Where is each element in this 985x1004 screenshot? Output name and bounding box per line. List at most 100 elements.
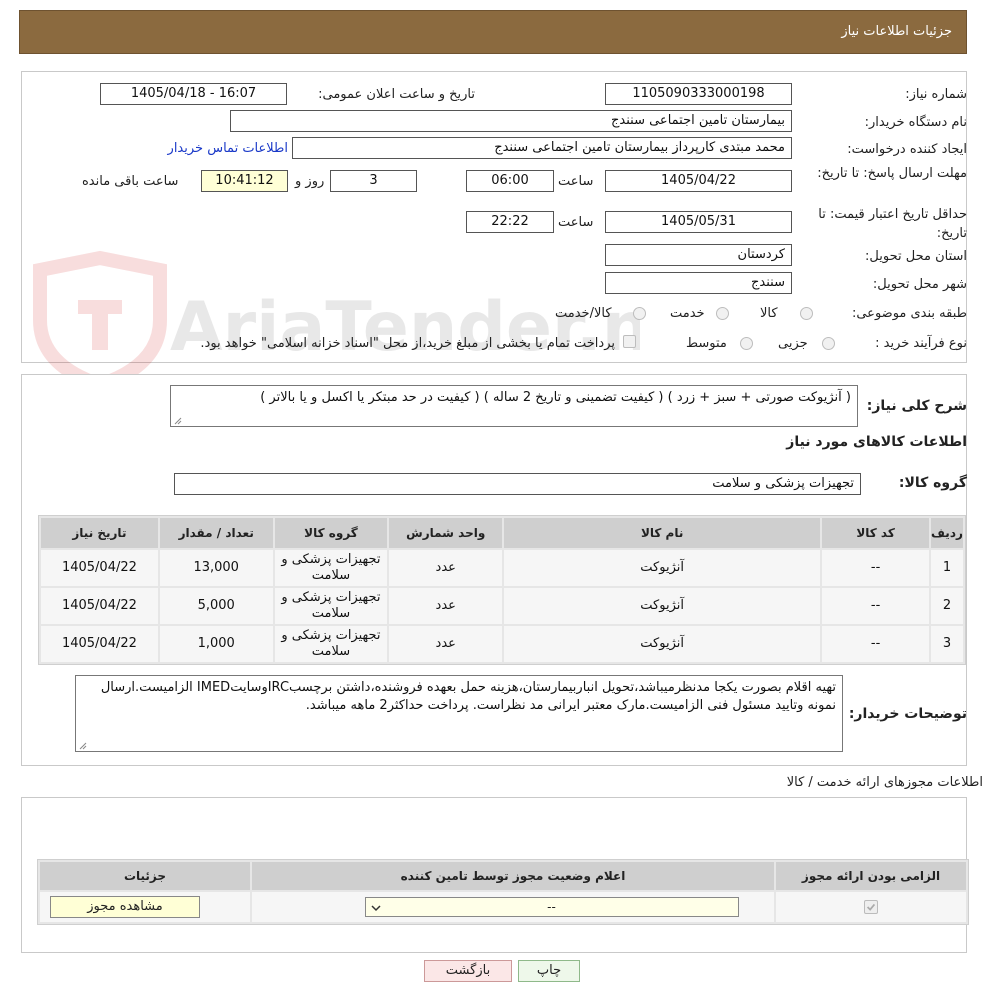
table-row: -- مشاهده مجوز [40, 892, 966, 922]
watermark-text: AriaTender.neT [170, 288, 640, 367]
item-name: آنژیوکت [504, 626, 821, 662]
buyer-org-label: نام دستگاه خریدار: [864, 115, 967, 130]
item-name: آنژیوکت [504, 588, 821, 624]
category-service-radio[interactable] [716, 307, 729, 320]
resize-grip-icon[interactable] [79, 742, 87, 750]
table-row: 3 -- آنژیوکت عدد تجهیزات پزشکی و سلامت 1… [41, 626, 963, 662]
creator-field: محمد مبتدی کارپرداز بیمارستان تامین اجتم… [292, 137, 792, 159]
goods-group-label: گروه کالا: [898, 475, 967, 491]
price-validity-time-field: 22:22 [466, 211, 554, 233]
deadline-date-field: 1405/04/22 [605, 170, 792, 192]
category-goods-service-radio[interactable] [633, 307, 646, 320]
permits-table: الزامی بودن ارائه مجوز اعلام وضعیت مجوز … [37, 859, 969, 925]
category-service-label: خدمت [670, 306, 705, 321]
permits-table-header: الزامی بودن ارائه مجوز اعلام وضعیت مجوز … [40, 862, 966, 890]
item-group: تجهیزات پزشکی و سلامت [274, 550, 388, 586]
print-button[interactable]: چاپ [518, 960, 580, 982]
item-quantity: 13,000 [159, 550, 273, 586]
item-need-date: 1405/04/22 [41, 550, 158, 586]
buyer-contact-link[interactable]: اطلاعات تماس خریدار [168, 141, 288, 156]
province-field: کردستان [605, 244, 792, 266]
row-number: 2 [930, 588, 963, 624]
table-row: 2 -- آنژیوکت عدد تجهیزات پزشکی و سلامت 5… [41, 588, 963, 624]
buyer-notes-text: تهیه اقلام بصورت یکجا مدنظرمیباشد،تحویل … [100, 680, 836, 713]
item-unit: عدد [389, 588, 503, 624]
col-item-code: کد کالا [822, 518, 929, 548]
announce-datetime-field: 1405/04/18 - 16:07 [100, 83, 287, 105]
page-title: جزئیات اطلاعات نیاز [841, 24, 952, 39]
category-goods-label: کالا [760, 306, 778, 321]
item-unit: عدد [389, 550, 503, 586]
price-validity-date-field: 1405/05/31 [605, 211, 792, 233]
item-group: تجهیزات پزشکی و سلامت [274, 588, 388, 624]
col-permit-status: اعلام وضعیت مجوز توسط تامین کننده [252, 862, 774, 890]
price-validity-time-label: ساعت [558, 215, 594, 230]
category-goods-service-label: کالا/خدمت [555, 306, 612, 321]
item-group: تجهیزات پزشکی و سلامت [274, 626, 388, 662]
page-header: جزئیات اطلاعات نیاز [19, 10, 967, 54]
process-medium-radio[interactable] [740, 337, 753, 350]
process-minor-label: جزیی [778, 336, 808, 351]
need-number-label: شماره نیاز: [905, 87, 967, 102]
category-goods-radio[interactable] [800, 307, 813, 320]
col-quantity: تعداد / مقدار [159, 518, 273, 548]
process-minor-radio[interactable] [822, 337, 835, 350]
remaining-time-label: ساعت باقی مانده [82, 174, 179, 189]
deadline-time-field: 06:00 [466, 170, 554, 192]
col-item-name: نام کالا [504, 518, 821, 548]
days-field: 3 [330, 170, 417, 192]
item-quantity: 1,000 [159, 626, 273, 662]
permits-title: اطلاعات مجوزهای ارائه خدمت / کالا [786, 775, 983, 790]
watermark-logo: AriaTender.neT [33, 250, 640, 390]
view-permit-button[interactable]: مشاهده مجوز [50, 896, 200, 918]
permit-status-value: -- [547, 900, 556, 914]
goods-info-title: اطلاعات کالاهای مورد نیاز [786, 434, 967, 450]
province-label: استان محل تحویل: [865, 249, 967, 264]
col-permit-required: الزامی بودن ارائه مجوز [776, 862, 966, 890]
shield-icon [33, 250, 167, 390]
item-name: آنژیوکت [504, 550, 821, 586]
treasury-checkbox[interactable] [623, 335, 636, 348]
days-label: روز و [295, 174, 325, 189]
table-row: 1 -- آنژیوکت عدد تجهیزات پزشکی و سلامت 1… [41, 550, 963, 586]
need-number-field: 1105090333000198 [605, 83, 792, 105]
resize-grip-icon[interactable] [174, 417, 182, 425]
summary-label: شرح کلی نیاز: [866, 398, 967, 414]
permit-required-checkbox[interactable] [864, 900, 878, 914]
item-code: -- [822, 626, 929, 662]
summary-textarea[interactable]: ( آنژیوکت صورتی + سبز + زرد ) ( کیفیت تض… [170, 385, 858, 427]
city-field: سنندج [605, 272, 792, 294]
deadline-label: مهلت ارسال پاسخ: تا تاریخ: [817, 166, 967, 181]
permit-status-select[interactable]: -- [364, 897, 739, 917]
goods-group-field: تجهیزات پزشکی و سلامت [174, 473, 861, 495]
chevron-down-icon [370, 905, 381, 912]
process-type-label: نوع فرآیند خرید : [875, 336, 967, 351]
permit-status-cell: -- [252, 892, 774, 922]
buyer-notes-label: توضیحات خریدار: [848, 706, 967, 722]
remaining-time-field: 10:41:12 [201, 170, 288, 192]
permit-details-cell: مشاهده مجوز [40, 892, 250, 922]
buyer-org-field: بیمارستان تامین اجتماعی سنندج [230, 110, 792, 132]
col-need-date: تاریخ نیاز [41, 518, 158, 548]
item-code: -- [822, 588, 929, 624]
price-validity-label: حداقل تاریخ اعتبار قیمت: تا تاریخ: [818, 207, 967, 241]
item-code: -- [822, 550, 929, 586]
col-unit: واحد شمارش [389, 518, 503, 548]
treasury-note: پرداخت تمام یا بخشی از مبلغ خرید،از محل … [200, 336, 615, 351]
item-quantity: 5,000 [159, 588, 273, 624]
back-button[interactable]: بازگشت [424, 960, 512, 982]
city-label: شهر محل تحویل: [872, 277, 967, 292]
item-need-date: 1405/04/22 [41, 626, 158, 662]
items-table-header: ردیف کد کالا نام کالا واحد شمارش گروه کا… [41, 518, 963, 548]
item-need-date: 1405/04/22 [41, 588, 158, 624]
col-row-number: ردیف [930, 518, 963, 548]
process-medium-label: متوسط [686, 336, 727, 351]
col-permit-details: جزئیات [40, 862, 250, 890]
creator-label: ایجاد کننده درخواست: [847, 142, 967, 157]
announce-datetime-label: تاریخ و ساعت اعلان عمومی: [318, 87, 475, 102]
items-table: ردیف کد کالا نام کالا واحد شمارش گروه کا… [38, 515, 966, 665]
col-item-group: گروه کالا [274, 518, 388, 548]
buyer-notes-textarea[interactable]: تهیه اقلام بصورت یکجا مدنظرمیباشد،تحویل … [75, 675, 843, 752]
row-number: 1 [930, 550, 963, 586]
deadline-time-label: ساعت [558, 174, 594, 189]
